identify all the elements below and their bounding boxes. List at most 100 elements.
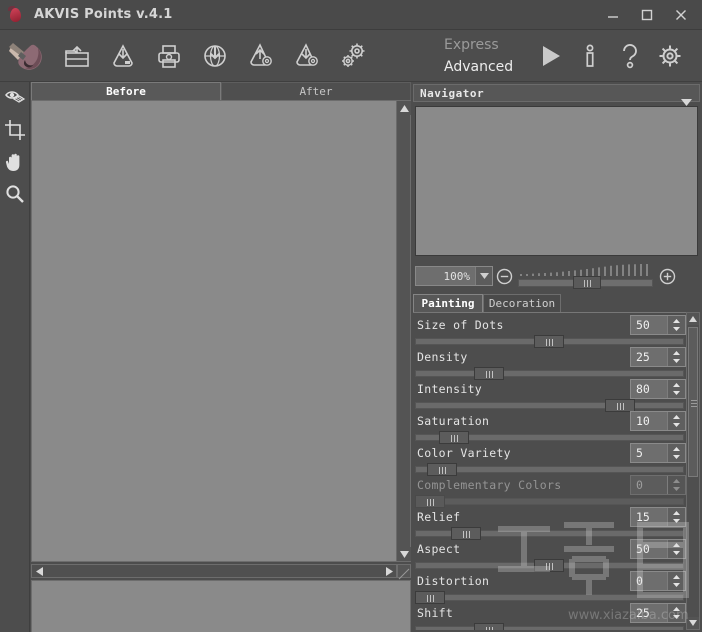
parameter-row: Complementary Colors 0 (413, 473, 686, 508)
parameter-row: Aspect 50 (413, 537, 686, 572)
scroll-left-icon[interactable] (32, 564, 46, 578)
parameter-value-field[interactable]: 25 (630, 347, 686, 367)
params-scroll-up-icon[interactable] (687, 313, 699, 325)
tab-painting[interactable]: Painting (413, 294, 483, 312)
parameter-row: Density 25 (413, 345, 686, 380)
parameter-slider-thumb[interactable] (474, 623, 505, 630)
zoom-level-combobox[interactable]: 100% (415, 266, 493, 286)
parameter-value-field[interactable]: 50 (630, 539, 686, 559)
parameter-value-field[interactable]: 15 (630, 507, 686, 527)
akvis-points-window: AKVIS Points v.4.1 Express Advanced Befo… (0, 0, 702, 632)
parameter-slider-track[interactable] (415, 626, 684, 630)
parameter-label: Saturation (417, 414, 490, 428)
hand-icon[interactable] (0, 146, 30, 178)
parameter-value-field[interactable]: 5 (630, 443, 686, 463)
parameter-label: Intensity (417, 382, 483, 396)
eye-grid-icon[interactable] (0, 82, 30, 114)
parameter-spinner-icon[interactable] (667, 572, 685, 590)
zoom-controls: 100% (415, 262, 698, 290)
parameter-spinner-icon[interactable] (667, 508, 685, 526)
zoom-slider[interactable] (518, 264, 653, 289)
folder-open-icon[interactable] (54, 32, 100, 80)
parameter-value-field[interactable]: 25 (630, 603, 686, 623)
play-triangle-icon[interactable] (530, 32, 570, 80)
parameter-slider-track[interactable] (415, 594, 684, 601)
parameter-spinner-icon[interactable] (667, 380, 685, 398)
parameter-value-field[interactable]: 0 (630, 571, 686, 591)
parameter-value: 0 (636, 478, 643, 492)
plus-circle-icon[interactable] (656, 268, 678, 285)
scroll-right-icon[interactable] (382, 564, 396, 578)
tab-after[interactable]: After (221, 82, 411, 100)
window-title: AKVIS Points v.4.1 (34, 7, 173, 22)
minimize-icon[interactable] (596, 2, 630, 28)
zoom-slider-thumb[interactable] (573, 276, 601, 289)
image-canvas-area (31, 100, 411, 562)
image-tab-bar: Before After (31, 82, 411, 100)
parameter-spinner-icon[interactable] (667, 444, 685, 462)
parameter-label: Relief (417, 510, 461, 524)
question-mark-icon[interactable] (610, 32, 650, 80)
zoom-level-value: 100% (443, 269, 471, 283)
info-i-icon[interactable] (570, 32, 610, 80)
parameter-list: Size of Dots 50 Density 25 Intensity 80 Satura… (413, 312, 686, 630)
lower-preview-area[interactable] (31, 580, 411, 632)
globe-download-icon[interactable] (192, 32, 238, 80)
parameter-row: Relief 15 (413, 505, 686, 540)
parameter-spinner-icon[interactable] (667, 412, 685, 430)
parameters-scrollbar[interactable] (686, 312, 700, 630)
parameter-label: Size of Dots (417, 318, 504, 332)
canvas-vertical-scrollbar[interactable] (396, 101, 411, 561)
parameter-label: Density (417, 350, 468, 364)
parameter-value-field[interactable]: 80 (630, 379, 686, 399)
navigator-thumbnail[interactable] (415, 106, 698, 256)
magnifier-icon[interactable] (0, 178, 30, 210)
parameter-row: Saturation 10 (413, 409, 686, 444)
parameter-spinner-icon[interactable] (667, 348, 685, 366)
gear-icon[interactable] (650, 32, 690, 80)
crop-icon[interactable] (0, 114, 30, 146)
gears-icon[interactable] (330, 32, 376, 80)
parameter-spinner-icon[interactable] (667, 476, 685, 494)
navigator-title: Navigator (420, 86, 485, 100)
parameter-spinner-icon[interactable] (667, 316, 685, 334)
tab-before[interactable]: Before (31, 82, 221, 100)
parameter-slider-track[interactable] (415, 498, 684, 505)
parameter-value: 50 (636, 318, 650, 332)
parameter-label: Aspect (417, 542, 461, 556)
right-panel: Navigator 100% Painting Decoration Size … (411, 82, 702, 632)
canvas-horizontal-scrollbar[interactable] (31, 564, 397, 578)
image-canvas[interactable] (32, 101, 396, 561)
window-controls (596, 0, 698, 30)
save-settings-icon[interactable] (284, 32, 330, 80)
save-disk-icon[interactable] (100, 32, 146, 80)
parameter-label: Complementary Colors (417, 478, 562, 492)
params-scroll-down-icon[interactable] (687, 617, 699, 629)
scroll-down-icon[interactable] (397, 547, 411, 561)
resize-grip[interactable] (397, 564, 411, 580)
scroll-up-icon[interactable] (397, 101, 411, 115)
load-settings-icon[interactable] (238, 32, 284, 80)
parameter-spinner-icon[interactable] (667, 540, 685, 558)
parameter-row: Size of Dots 50 (413, 313, 686, 348)
paintbrush-drop-logo (4, 32, 54, 80)
parameter-spinner-icon[interactable] (667, 604, 685, 622)
parameter-label: Shift (417, 606, 454, 620)
minus-circle-icon[interactable] (493, 268, 515, 285)
parameter-slider-track[interactable] (415, 402, 684, 409)
parameter-value: 5 (636, 446, 643, 460)
tab-decoration[interactable]: Decoration (483, 294, 561, 312)
parameter-slider-track[interactable] (415, 370, 684, 377)
parameters-scroll-thumb[interactable] (688, 327, 698, 477)
tool-rail (0, 82, 30, 632)
parameter-row: Intensity 80 (413, 377, 686, 412)
navigator-header[interactable]: Navigator (413, 84, 700, 106)
parameter-value-field[interactable]: 0 (630, 475, 686, 495)
zoom-dropdown-chevron-down-icon[interactable] (475, 267, 492, 285)
printer-icon[interactable] (146, 32, 192, 80)
parameter-value-field[interactable]: 10 (630, 411, 686, 431)
parameters-panel: Painting Decoration Size of Dots 50 Densit… (413, 294, 700, 630)
maximize-icon[interactable] (630, 2, 664, 28)
close-icon[interactable] (664, 2, 698, 28)
parameter-value-field[interactable]: 50 (630, 315, 686, 335)
